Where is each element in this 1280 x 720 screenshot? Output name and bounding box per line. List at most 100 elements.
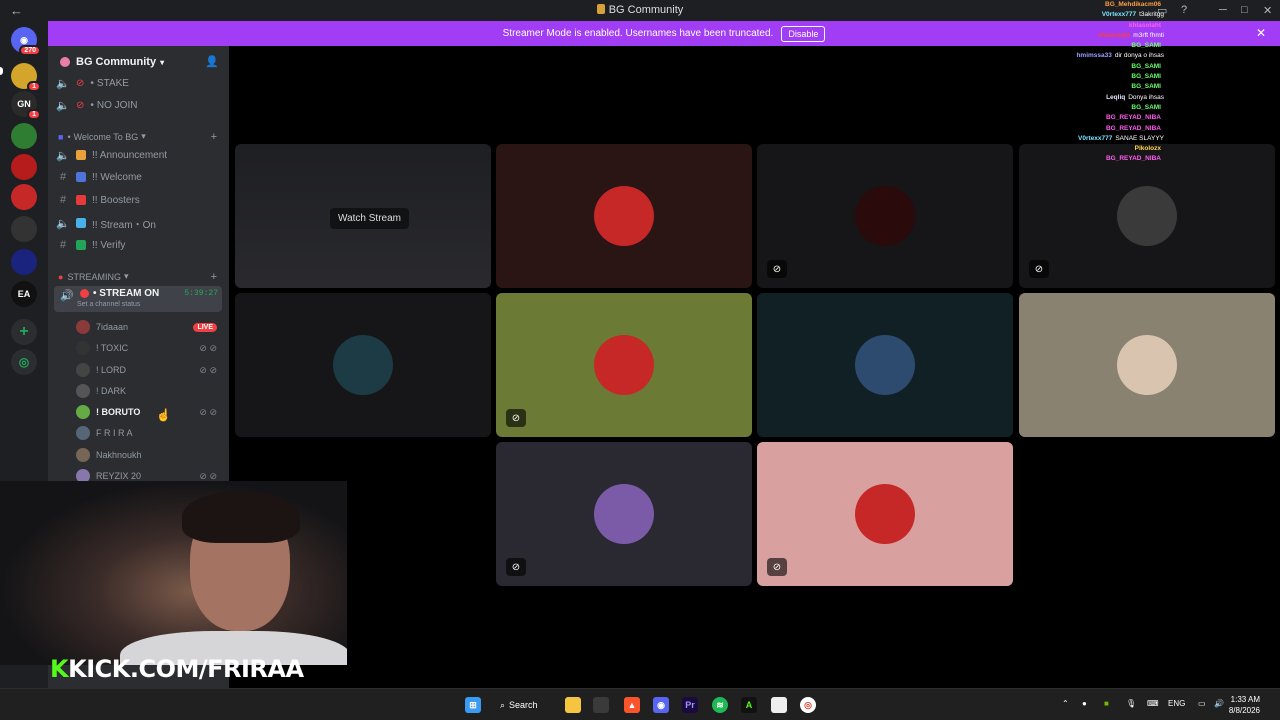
- live-badge: LIVE: [193, 322, 217, 332]
- voice-member[interactable]: 7idaaan LIVE: [76, 318, 221, 336]
- server-icon[interactable]: [11, 249, 37, 275]
- member-name: ! TOXIC: [96, 343, 129, 353]
- chevron-up-icon[interactable]: ⌃: [1062, 699, 1069, 708]
- file-explorer-icon[interactable]: [565, 697, 581, 713]
- clock[interactable]: 1:33 AM 8/8/2026: [1229, 694, 1260, 716]
- member-name: Nakhnoukh: [96, 450, 142, 460]
- chat-username: BG_SAMI: [1131, 62, 1161, 70]
- server-icon[interactable]: [11, 154, 37, 180]
- home-button[interactable]: ◉ 270: [11, 27, 41, 56]
- network-icon[interactable]: ▭: [1198, 699, 1206, 708]
- server-icon[interactable]: [11, 216, 37, 242]
- chrome-icon[interactable]: ◎: [800, 697, 816, 713]
- avatar: [855, 484, 915, 544]
- close-icon[interactable]: ✕: [1256, 26, 1266, 40]
- avatar: [76, 363, 90, 377]
- server-icon[interactable]: EA: [11, 281, 37, 307]
- server-icon[interactable]: [11, 123, 37, 149]
- unread-badge: 1: [27, 109, 41, 120]
- participant-tile[interactable]: ⊘: [496, 293, 752, 437]
- document-icon[interactable]: [771, 697, 787, 713]
- member-name: 7idaaan: [96, 322, 129, 332]
- invite-icon[interactable]: 👤: [205, 55, 219, 68]
- participant-tile[interactable]: [496, 144, 752, 288]
- participant-tile[interactable]: [757, 293, 1013, 437]
- app-icon[interactable]: A: [741, 697, 757, 713]
- participant-tile[interactable]: [1019, 293, 1275, 437]
- premiere-icon[interactable]: Pr: [682, 697, 698, 713]
- tray-icon[interactable]: ●: [1082, 699, 1087, 708]
- add-server-button[interactable]: +: [11, 319, 37, 345]
- watch-stream-button[interactable]: Watch Stream: [330, 208, 409, 229]
- channel-label: !! Boosters: [92, 194, 140, 206]
- category-streaming[interactable]: ● STREAMING ▾ +: [58, 271, 223, 283]
- microphone-icon[interactable]: 🎙: [1126, 699, 1136, 708]
- voice-member[interactable]: ! TOXIC ⊘ ⊘: [76, 339, 221, 357]
- deafened-icon: ⊘ ⊘: [199, 342, 217, 353]
- close-window-icon[interactable]: ✕: [1263, 4, 1272, 17]
- speaker-icon: 🔈: [56, 217, 70, 230]
- channel-announcement[interactable]: 🔈 !! Announcement: [56, 145, 224, 165]
- app-icon[interactable]: [593, 697, 609, 713]
- language-indicator[interactable]: ENG: [1168, 699, 1185, 708]
- voice-member[interactable]: F R I R A: [76, 424, 221, 442]
- server-icon[interactable]: [11, 184, 37, 210]
- member-name: F R I R A: [96, 428, 133, 438]
- channel-boosters[interactable]: # !! Boosters: [56, 190, 224, 210]
- category-label: STREAMING: [67, 271, 121, 282]
- participant-tile[interactable]: ⊘: [496, 442, 752, 586]
- deafened-icon: ⊘ ⊘: [199, 406, 217, 417]
- brave-browser-icon[interactable]: ▲: [624, 697, 640, 713]
- channel-status[interactable]: Set a channel status: [77, 301, 140, 308]
- stream-tile[interactable]: Watch Stream: [235, 144, 491, 288]
- mentions-badge: 270: [19, 45, 41, 56]
- avatar: [76, 448, 90, 462]
- participant-tile[interactable]: ⊘: [757, 144, 1013, 288]
- maximize-icon[interactable]: □: [1241, 4, 1248, 16]
- participant-tile[interactable]: ⊘: [1019, 144, 1275, 288]
- add-channel-icon[interactable]: +: [211, 271, 217, 283]
- channel-no-join[interactable]: 🔈 ⊘ • NO JOIN: [56, 95, 224, 115]
- voice-member[interactable]: ! LORD ⊘ ⊘: [76, 361, 221, 379]
- chat-message: BG_SAMI: [1024, 103, 1214, 113]
- server-logo-icon: [596, 4, 605, 14]
- voice-member[interactable]: ! BORUTO ⊘ ⊘: [76, 403, 221, 421]
- keyboard-icon[interactable]: ⌨: [1147, 699, 1159, 708]
- windows-start-icon[interactable]: ⊞: [465, 697, 481, 713]
- add-channel-icon[interactable]: +: [211, 131, 217, 143]
- discord-taskbar-icon[interactable]: ◉: [653, 697, 669, 713]
- participant-tile[interactable]: ⊘: [757, 442, 1013, 586]
- avatar: [594, 484, 654, 544]
- active-voice-channel[interactable]: 🔊 • STREAM ON 5:39:27 Set a channel stat…: [54, 286, 222, 312]
- discover-icon[interactable]: ◎: [11, 349, 37, 375]
- chat-username: BG_REYAD_NIBA: [1105, 155, 1161, 163]
- server-icon[interactable]: GN 1: [11, 91, 41, 120]
- taskbar-search[interactable]: ⌕ Search: [500, 696, 550, 714]
- emoji-icon: [76, 172, 86, 182]
- channel-stream-on[interactable]: 🔈 !! Stream・On: [56, 213, 224, 233]
- category-welcome[interactable]: ■ • Welcome To BG ▾ +: [58, 131, 223, 143]
- server-icon[interactable]: 1: [11, 63, 41, 92]
- spotify-icon[interactable]: ≋: [712, 697, 728, 713]
- server-icon: [60, 57, 70, 67]
- camera-off-icon: ⊘: [767, 558, 787, 576]
- camera-off-icon: ⊘: [506, 558, 526, 576]
- minimize-icon[interactable]: ─: [1219, 4, 1227, 16]
- disable-button[interactable]: Disable: [781, 25, 826, 42]
- channel-label: !! Stream・On: [92, 219, 156, 231]
- channel-welcome[interactable]: # !! Welcome: [56, 167, 224, 187]
- nvidia-icon[interactable]: ■: [1104, 699, 1109, 708]
- avatar: [1117, 335, 1177, 395]
- volume-icon[interactable]: 🔊: [1214, 699, 1224, 708]
- chat-username: BG_REYAD_NIBA: [1105, 124, 1161, 132]
- channel-label: STAKE: [96, 77, 129, 89]
- channel-verify[interactable]: # !! Verify: [56, 235, 224, 255]
- chat-username: BG_Mehdikacm06: [1105, 1, 1161, 8]
- participant-tile[interactable]: [235, 293, 491, 437]
- voice-member[interactable]: Nakhnoukh: [76, 446, 221, 464]
- kick-overlay: KKICK.COM/FRIRAA: [50, 655, 304, 683]
- channel-stake[interactable]: 🔈 ⊘ • STAKE: [56, 73, 224, 93]
- voice-member[interactable]: ! DARK: [76, 382, 221, 400]
- chat-text: m3rft fhmti: [1133, 31, 1164, 39]
- active-channel-name: STREAM ON: [99, 288, 160, 299]
